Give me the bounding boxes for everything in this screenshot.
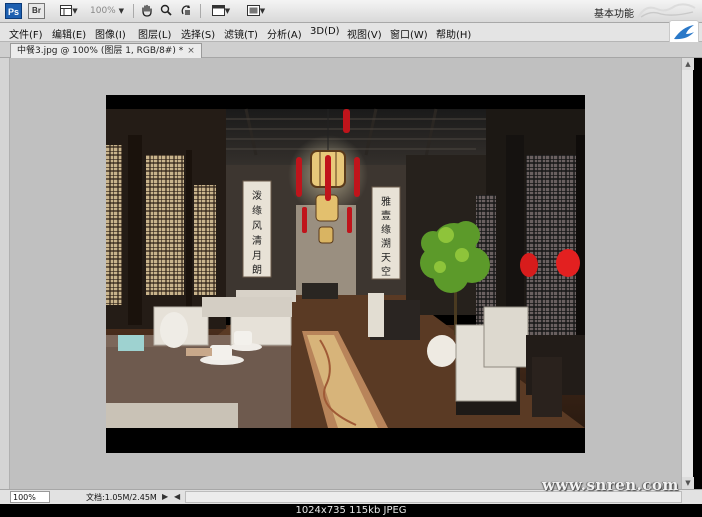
menu-view[interactable]: 视图(V) xyxy=(347,26,382,41)
document-size-info: 文档:1.05M/2.45M xyxy=(86,493,157,502)
document-tab[interactable]: 中餐3.jpg @ 100% (图层 1, RGB/8#) * × xyxy=(10,43,202,58)
screen-mode-icon xyxy=(246,4,260,16)
photoshop-logo[interactable]: Ps xyxy=(5,3,22,19)
application-bar: Ps Br ▼ 100% ▼ ▼ ▼ 基本功能 xyxy=(0,0,702,23)
menu-layer[interactable]: 图层(L) xyxy=(138,26,171,41)
scroll-char: 雅 xyxy=(381,195,391,208)
brand-logo-icon xyxy=(637,3,696,19)
arrange-documents-icon xyxy=(211,4,225,16)
zoom-tool-button[interactable] xyxy=(158,3,174,19)
status-menu-arrow-icon[interactable]: ▶ xyxy=(162,492,168,501)
chevron-down-icon: ▼ xyxy=(72,7,78,15)
bridge-launch-button[interactable]: Br xyxy=(28,3,45,19)
chevron-down-icon: ▼ xyxy=(224,7,231,15)
screen-mode-button[interactable]: ▼ xyxy=(242,3,270,19)
menu-analysis[interactable]: 分析(A) xyxy=(267,26,302,41)
toolbar-divider xyxy=(133,4,134,18)
zoom-level-value: 100% xyxy=(90,6,116,16)
scroll-char: 缘 xyxy=(252,204,262,217)
menu-window[interactable]: 窗口(W) xyxy=(390,26,428,41)
status-zoom-input[interactable]: 100% xyxy=(10,491,50,503)
scroll-char: 清 xyxy=(252,234,262,247)
scroll-char: 朗 xyxy=(252,264,262,276)
workspace-switcher[interactable]: 基本功能 xyxy=(594,5,634,20)
zoom-level-field[interactable]: 100% ▼ xyxy=(90,4,128,18)
menu-image[interactable]: 图像(I) xyxy=(95,26,126,41)
menu-edit[interactable]: 编辑(E) xyxy=(52,26,86,41)
document-tab-title: 中餐3.jpg @ 100% (图层 1, RGB/8#) * xyxy=(17,46,184,56)
image-caption: 1024x735 115kb JPEG xyxy=(0,504,702,517)
scroll-char: 壹 xyxy=(381,209,391,222)
brand-watermark-logo xyxy=(635,2,699,21)
scroll-char: 溯 xyxy=(381,237,391,250)
menu-filter[interactable]: 滤镜(T) xyxy=(224,26,258,41)
document-image[interactable]: 泼 缘 风 清 月 朗 雅 壹 缘 溯 天 空 xyxy=(106,95,585,453)
zoom-tool-icon xyxy=(160,4,172,16)
menu-select[interactable]: 选择(S) xyxy=(181,26,215,41)
rotate-view-icon xyxy=(181,5,190,15)
restaurant-interior-image: 泼 缘 风 清 月 朗 雅 壹 缘 溯 天 空 xyxy=(106,95,585,453)
close-icon[interactable]: × xyxy=(187,46,195,56)
menu-3d[interactable]: 3D(D) xyxy=(310,26,340,37)
menu-file[interactable]: 文件(F) xyxy=(9,26,43,41)
menu-bar: 文件(F) 编辑(E) 图像(I) 图层(L) 选择(S) 滤镜(T) 分析(A… xyxy=(0,23,702,42)
view-extras-button[interactable]: ▼ xyxy=(56,3,82,19)
arrange-documents-button[interactable]: ▼ xyxy=(207,3,235,19)
scroll-char: 缘 xyxy=(381,223,391,236)
scroll-char: 空 xyxy=(381,265,391,278)
toolbar-divider xyxy=(200,4,201,18)
scroll-char: 天 xyxy=(381,253,391,264)
scroll-char: 泼 xyxy=(252,189,262,202)
rotate-view-button[interactable] xyxy=(178,3,194,19)
scroll-char: 风 xyxy=(252,220,262,232)
scroll-char: 月 xyxy=(252,250,262,262)
menu-help[interactable]: 帮助(H) xyxy=(436,26,471,41)
vertical-scrollbar[interactable]: ▲ ▼ xyxy=(681,58,694,489)
chevron-down-icon: ▼ xyxy=(118,7,124,15)
scroll-up-icon[interactable]: ▲ xyxy=(682,58,694,70)
panel-gutter xyxy=(0,58,10,489)
document-tab-strip: 中餐3.jpg @ 100% (图层 1, RGB/8#) * × xyxy=(0,42,702,58)
hand-tool-button[interactable] xyxy=(139,3,155,19)
grid-view-icon xyxy=(60,4,73,16)
chevron-down-icon: ▼ xyxy=(259,7,266,15)
scroll-left-icon[interactable]: ◀ xyxy=(174,492,180,501)
hand-tool-icon xyxy=(142,4,152,17)
scroll-down-icon[interactable]: ▼ xyxy=(682,477,694,489)
site-watermark: www.snren.com xyxy=(542,476,679,494)
